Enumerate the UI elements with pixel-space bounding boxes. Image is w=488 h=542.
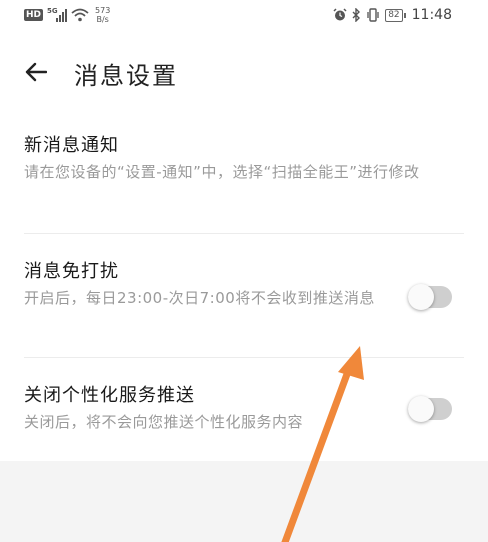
battery-icon: 82 xyxy=(385,8,407,22)
setting-description: 开启后，每日23:00-次日7:00将不会收到推送消息 xyxy=(24,289,375,307)
divider xyxy=(24,233,464,234)
setting-do-not-disturb: 消息免打扰 开启后，每日23:00-次日7:00将不会收到推送消息 xyxy=(24,258,464,310)
setting-personalized-push: 关闭个性化服务推送 关闭后，将不会向您推送个性化服务内容 xyxy=(24,382,464,434)
toggle-knob xyxy=(408,396,434,422)
network-speed: 573 B/s xyxy=(95,6,110,24)
page-title: 消息设置 xyxy=(74,62,178,90)
vibrate-icon xyxy=(367,8,379,22)
signal-label: 5G xyxy=(47,6,58,15)
back-button[interactable] xyxy=(20,56,52,88)
status-left: HD 5G 573 B/s xyxy=(24,0,110,30)
app-header: 消息设置 xyxy=(0,44,488,100)
do-not-disturb-toggle[interactable] xyxy=(408,284,452,310)
arrow-left-icon xyxy=(25,62,47,82)
setting-description: 请在您设备的“设置-通知”中，选择“扫描全能王”进行修改 xyxy=(24,163,420,181)
screen: HD 5G 573 B/s 82 11:48 消息设置 新消息通知 请在您设备的… xyxy=(0,0,488,542)
hd-badge: HD xyxy=(24,9,44,21)
setting-new-message-notification[interactable]: 新消息通知 请在您设备的“设置-通知”中，选择“扫描全能王”进行修改 xyxy=(24,132,464,184)
alarm-icon xyxy=(333,8,347,21)
setting-title: 消息免打扰 xyxy=(24,261,119,282)
setting-title: 关闭个性化服务推送 xyxy=(24,385,195,406)
bluetooth-icon xyxy=(352,8,361,22)
setting-title: 新消息通知 xyxy=(24,135,119,156)
toggle-knob xyxy=(408,284,434,310)
speed-value: 573 xyxy=(95,6,111,15)
speed-unit: B/s xyxy=(96,15,109,24)
status-time: 11:48 xyxy=(411,7,452,23)
status-right: 82 11:48 xyxy=(333,0,452,30)
cellular-signal-icon: 5G xyxy=(47,6,68,22)
status-bar: HD 5G 573 B/s 82 11:48 xyxy=(0,0,488,30)
personalized-push-toggle[interactable] xyxy=(408,396,452,422)
wifi-icon xyxy=(71,8,89,22)
setting-description: 关闭后，将不会向您推送个性化服务内容 xyxy=(24,413,304,431)
divider xyxy=(24,357,464,358)
